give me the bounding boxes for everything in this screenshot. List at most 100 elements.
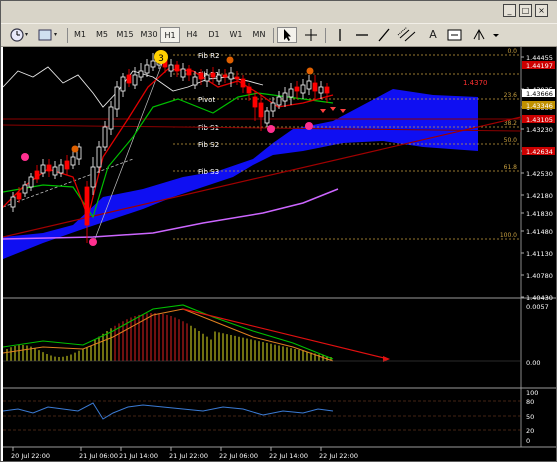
oscillator-label: 0.00 (526, 359, 540, 367)
arrows-icon-svg (473, 28, 485, 40)
text-icon[interactable]: A (425, 27, 441, 43)
time-label: 22 Jul 14:00 (269, 452, 308, 460)
candle-body (294, 86, 300, 92)
dropdown-arrow-icon[interactable] (491, 27, 501, 43)
fib-label: Fib S3 (198, 168, 219, 176)
price-highlight-label: 1.43346 (526, 102, 553, 110)
candle-body (28, 176, 34, 188)
time-label: 22 Jul 06:00 (219, 452, 258, 460)
candle-body (96, 146, 102, 168)
arrow-marker (340, 109, 346, 113)
candle-body (40, 164, 46, 174)
candle-body (222, 74, 228, 78)
candle-body (90, 166, 96, 188)
candle-body (288, 88, 294, 98)
candle-body (138, 70, 144, 78)
price-highlight-label: 1.42634 (526, 148, 553, 156)
crosshair-icon[interactable] (301, 27, 321, 43)
candle-body (234, 76, 240, 80)
cursor-icon[interactable] (277, 27, 297, 43)
timeframe-m1[interactable]: M1 (70, 27, 90, 43)
fib-label: Fib R2 (198, 52, 219, 60)
channel-icon[interactable] (397, 26, 419, 43)
candle-body (270, 102, 276, 112)
timeframe-m15[interactable]: M15 (114, 27, 136, 43)
candle-body (114, 86, 120, 110)
arrows-icon[interactable] (469, 27, 489, 43)
candle-body (246, 86, 252, 94)
fib-level: 100.0 (500, 232, 517, 239)
vertical-line-icon[interactable] (331, 27, 349, 43)
trendline-icon[interactable] (375, 27, 393, 43)
indicator-label: 80 (526, 398, 534, 406)
clock-icon[interactable] (9, 27, 31, 43)
price-label: 1.40780 (526, 272, 553, 280)
price-label: 1.41130 (526, 250, 553, 258)
indicator-line (2, 402, 334, 420)
candle-body (70, 156, 76, 166)
fib-level: 0.0 (507, 48, 517, 55)
time-label: 21 Jul 06:00 (79, 452, 118, 460)
candle-body (198, 72, 204, 80)
candle-body (258, 102, 264, 118)
candle-body (16, 192, 22, 200)
terminal-window: _ □ × M1 M5 M15 M30 H1 H4 D1 W1 MN A Fib… (0, 0, 557, 462)
candle-body (174, 64, 180, 72)
chart-canvas: Fib R20.0Fib R1Pivot23.6Fib S138.2Fib S2… (2, 47, 556, 461)
restore-button[interactable]: □ (519, 4, 532, 17)
cursor-icon-svg (284, 29, 291, 41)
timeframe-m30[interactable]: M30 (138, 27, 160, 43)
channel-icon-svg (397, 26, 416, 42)
price-label: 1.41830 (526, 210, 553, 218)
fib-label: Fib S2 (198, 141, 219, 149)
chart-templates-icon[interactable] (37, 27, 61, 43)
candle-body (46, 164, 52, 172)
candle-body (34, 170, 40, 180)
trendline-icon-svg (378, 28, 390, 42)
label-icon[interactable] (445, 27, 465, 43)
candle-body (150, 60, 156, 68)
timeframe-w1[interactable]: W1 (226, 27, 246, 43)
candle-body (264, 110, 270, 124)
fib-level: 23.6 (504, 92, 518, 99)
price-highlight-label: 1.43666 (526, 90, 553, 98)
fib-level: 61.8 (504, 164, 518, 171)
close-button[interactable]: × (535, 4, 548, 17)
price-chart[interactable]: Fib R20.0Fib R1Pivot23.6Fib S138.2Fib S2… (2, 47, 556, 461)
price-label: 1.40430 (526, 294, 553, 302)
chart-toolbar: M1 M5 M15 M30 H1 H4 D1 W1 MN A (1, 23, 557, 47)
window-title-bar: _ □ × (1, 1, 557, 23)
candle-body (318, 86, 324, 94)
arrow-marker (320, 109, 326, 113)
time-label: 21 Jul 22:00 (169, 452, 208, 460)
candle-body (216, 74, 222, 82)
fib-label: Fib S1 (198, 124, 219, 132)
candle-body (300, 84, 306, 94)
horizontal-line-icon-svg (356, 34, 368, 36)
timeframe-h1[interactable]: H1 (160, 27, 180, 43)
time-label: 22 Jul 22:00 (319, 452, 358, 460)
timeframe-mn[interactable]: MN (248, 27, 270, 43)
timeframe-d1[interactable]: D1 (204, 27, 224, 43)
indicator-label: 0 (526, 437, 530, 445)
candle-body (282, 92, 288, 102)
horizontal-line-icon[interactable] (353, 27, 371, 43)
candle-body (276, 96, 282, 106)
candle-body (306, 80, 312, 90)
vertical-line-icon-svg (339, 29, 341, 41)
timeframe-m5[interactable]: M5 (92, 27, 112, 43)
arrow-marker (330, 107, 336, 111)
candle-body (252, 96, 258, 108)
candle-body (144, 64, 150, 74)
candle-body (84, 186, 90, 226)
minimize-button[interactable]: _ (503, 4, 516, 17)
ichimoku-cloud (3, 89, 478, 259)
price-highlight-label: 1.43105 (526, 116, 553, 124)
candle-body (240, 78, 246, 88)
fractal-marker (305, 122, 313, 130)
crosshair-icon-svg (305, 29, 317, 41)
fractal-marker (306, 67, 314, 75)
price-label: 1.42180 (526, 192, 553, 200)
timeframe-h4[interactable]: H4 (182, 27, 202, 43)
fractal-marker (267, 125, 275, 133)
